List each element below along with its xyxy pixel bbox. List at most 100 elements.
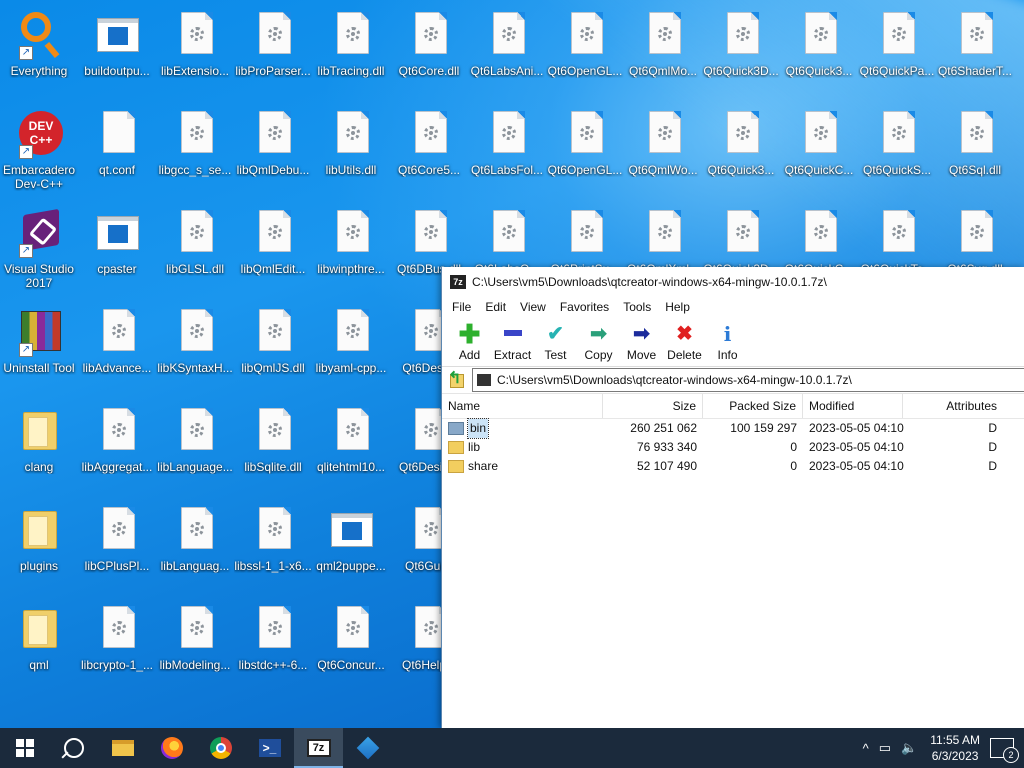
- delete-button[interactable]: ✖ Delete: [663, 318, 706, 362]
- desktop-icon[interactable]: DEV C++ ↗ Embarcadero Dev-C++: [0, 103, 78, 195]
- path-field[interactable]: C:\Users\vm5\Downloads\qtcreator-windows…: [472, 368, 1024, 392]
- desktop-icon[interactable]: libQmlJS.dll: [234, 301, 312, 393]
- taskbar-7zip[interactable]: 7z: [294, 728, 343, 768]
- desktop-icon[interactable]: libExtensio...: [156, 4, 234, 96]
- move-button[interactable]: ➡ Move: [620, 318, 663, 362]
- desktop-icon[interactable]: libgcc_s_se...: [156, 103, 234, 195]
- desktop-icon[interactable]: libQmlDebu...: [234, 103, 312, 195]
- column-name[interactable]: Name: [442, 394, 603, 418]
- desktop-icon[interactable]: clang: [0, 400, 78, 492]
- clock[interactable]: 11:55 AM 6/3/2023: [930, 732, 980, 764]
- desktop-icon[interactable]: Qt6QuickS...: [858, 103, 936, 195]
- file-row[interactable]: lib 76 933 340 0 2023-05-05 04:10 D: [442, 438, 1024, 457]
- menu-view[interactable]: View: [514, 298, 552, 316]
- desktop-icon[interactable]: buildoutpu...: [78, 4, 156, 96]
- menu-tools[interactable]: Tools: [617, 298, 657, 316]
- menu-edit[interactable]: Edit: [479, 298, 512, 316]
- desktop-icon[interactable]: Qt6Quick3D...: [702, 4, 780, 96]
- notification-center-button[interactable]: 2: [990, 738, 1019, 763]
- desktop-icon[interactable]: ↗ Visual Studio 2017: [0, 202, 78, 294]
- desktop-icon[interactable]: libssl-1_1-x6...: [234, 499, 312, 591]
- taskbar-app[interactable]: [343, 728, 392, 768]
- desktop-icon[interactable]: libQmlEdit...: [234, 202, 312, 294]
- desktop-icon[interactable]: libGLSL.dll: [156, 202, 234, 294]
- menu-favorites[interactable]: Favorites: [554, 298, 615, 316]
- desktop-icon[interactable]: libcrypto-1_...: [78, 598, 156, 690]
- desktop-icon[interactable]: libModeling...: [156, 598, 234, 690]
- desktop-icon[interactable]: libUtils.dll: [312, 103, 390, 195]
- desktop-icon[interactable]: Qt6LabsAni...: [468, 4, 546, 96]
- desktop-icon[interactable]: qml2puppe...: [312, 499, 390, 591]
- row-name: share: [442, 457, 603, 476]
- extract-button[interactable]: Extract: [491, 318, 534, 362]
- column-size[interactable]: Size: [603, 394, 703, 418]
- dll-file-icon: [877, 111, 917, 159]
- desktop-icon[interactable]: Qt6Sql.dll: [936, 103, 1014, 195]
- desktop-icon-label: libQmlEdit...: [240, 262, 306, 276]
- desktop-icon[interactable]: libCPlusPl...: [78, 499, 156, 591]
- 7zip-window[interactable]: 7z C:\Users\vm5\Downloads\qtcreator-wind…: [441, 267, 1024, 728]
- desktop-icon[interactable]: libAggregat...: [78, 400, 156, 492]
- test-button[interactable]: ✔ Test: [534, 318, 577, 362]
- desktop-icon[interactable]: Qt6OpenGL...: [546, 103, 624, 195]
- menu-help[interactable]: Help: [659, 298, 696, 316]
- taskbar-powershell[interactable]: >_: [245, 728, 294, 768]
- windows-icon: [15, 739, 34, 757]
- title-bar[interactable]: 7z C:\Users\vm5\Downloads\qtcreator-wind…: [442, 267, 1024, 296]
- desktop-icon[interactable]: libLanguag...: [156, 499, 234, 591]
- desktop-icon[interactable]: libLanguage...: [156, 400, 234, 492]
- copy-button[interactable]: ➡ Copy: [577, 318, 620, 362]
- desktop-icon[interactable]: Qt6OpenGL...: [546, 4, 624, 96]
- desktop-icon[interactable]: Qt6Quick3...: [702, 103, 780, 195]
- desktop-icon[interactable]: libProParser...: [234, 4, 312, 96]
- desktop-icon[interactable]: qt.conf: [78, 103, 156, 195]
- desktop-icon-label: Embarcadero Dev-C++: [2, 163, 76, 191]
- desktop-icon[interactable]: ↗ Everything: [0, 4, 78, 96]
- dll-file-icon: [409, 210, 449, 258]
- search-button[interactable]: [49, 728, 98, 768]
- desktop-icon[interactable]: qml: [0, 598, 78, 690]
- add-button[interactable]: ✚ Add: [448, 318, 491, 362]
- menu-file[interactable]: File: [446, 298, 477, 316]
- desktop-icon[interactable]: Qt6Quick3...: [780, 4, 858, 96]
- info-button[interactable]: i Info: [706, 318, 749, 362]
- desktop-icon[interactable]: Qt6QmlWo...: [624, 103, 702, 195]
- desktop-icon[interactable]: plugins: [0, 499, 78, 591]
- desktop-icon[interactable]: Qt6QmlMo...: [624, 4, 702, 96]
- desktop-icon[interactable]: qlitehtml10...: [312, 400, 390, 492]
- network-icon[interactable]: ▭: [879, 740, 891, 756]
- dll-file-icon: [175, 309, 215, 357]
- desktop-icon[interactable]: Qt6ShaderT...: [936, 4, 1014, 96]
- desktop-icon[interactable]: libTracing.dll: [312, 4, 390, 96]
- taskbar-chrome[interactable]: [196, 728, 245, 768]
- desktop-icon[interactable]: Qt6Core.dll: [390, 4, 468, 96]
- clock-date: 6/3/2023: [931, 749, 979, 763]
- uninstall-tool-icon: ↗: [19, 309, 61, 357]
- desktop-icon[interactable]: cpaster: [78, 202, 156, 294]
- column-attributes[interactable]: Attributes: [903, 394, 1003, 418]
- up-folder-icon[interactable]: [446, 368, 466, 390]
- desktop-icon[interactable]: Qt6Core5...: [390, 103, 468, 195]
- desktop-icon[interactable]: Qt6QuickC...: [780, 103, 858, 195]
- dll-file-icon: [409, 12, 449, 60]
- volume-muted-icon[interactable]: 🔈: [901, 740, 917, 756]
- desktop-icon[interactable]: libAdvance...: [78, 301, 156, 393]
- desktop-icon[interactable]: libKSyntaxH...: [156, 301, 234, 393]
- file-row[interactable]: bin 260 251 062 100 159 297 2023-05-05 04:1…: [442, 418, 1024, 439]
- desktop-icon[interactable]: Qt6QuickPa...: [858, 4, 936, 96]
- column-modified[interactable]: Modified: [803, 394, 903, 418]
- desktop-icon[interactable]: libstdc++-6...: [234, 598, 312, 690]
- taskbar-file-explorer[interactable]: [98, 728, 147, 768]
- folder-icon: [19, 408, 59, 456]
- desktop-icon[interactable]: libSqlite.dll: [234, 400, 312, 492]
- start-button[interactable]: [0, 728, 49, 768]
- desktop-icon[interactable]: ↗ Uninstall Tool: [0, 301, 78, 393]
- taskbar-firefox[interactable]: [147, 728, 196, 768]
- desktop-icon[interactable]: libyaml-cpp...: [312, 301, 390, 393]
- chevron-up-icon[interactable]: ^: [863, 741, 869, 756]
- desktop-icon[interactable]: Qt6LabsFol...: [468, 103, 546, 195]
- file-row[interactable]: share 52 107 490 0 2023-05-05 04:10 D: [442, 457, 1024, 476]
- desktop-icon[interactable]: libwinpthre...: [312, 202, 390, 294]
- desktop-icon[interactable]: Qt6Concur...: [312, 598, 390, 690]
- column-packed-size[interactable]: Packed Size: [703, 394, 803, 418]
